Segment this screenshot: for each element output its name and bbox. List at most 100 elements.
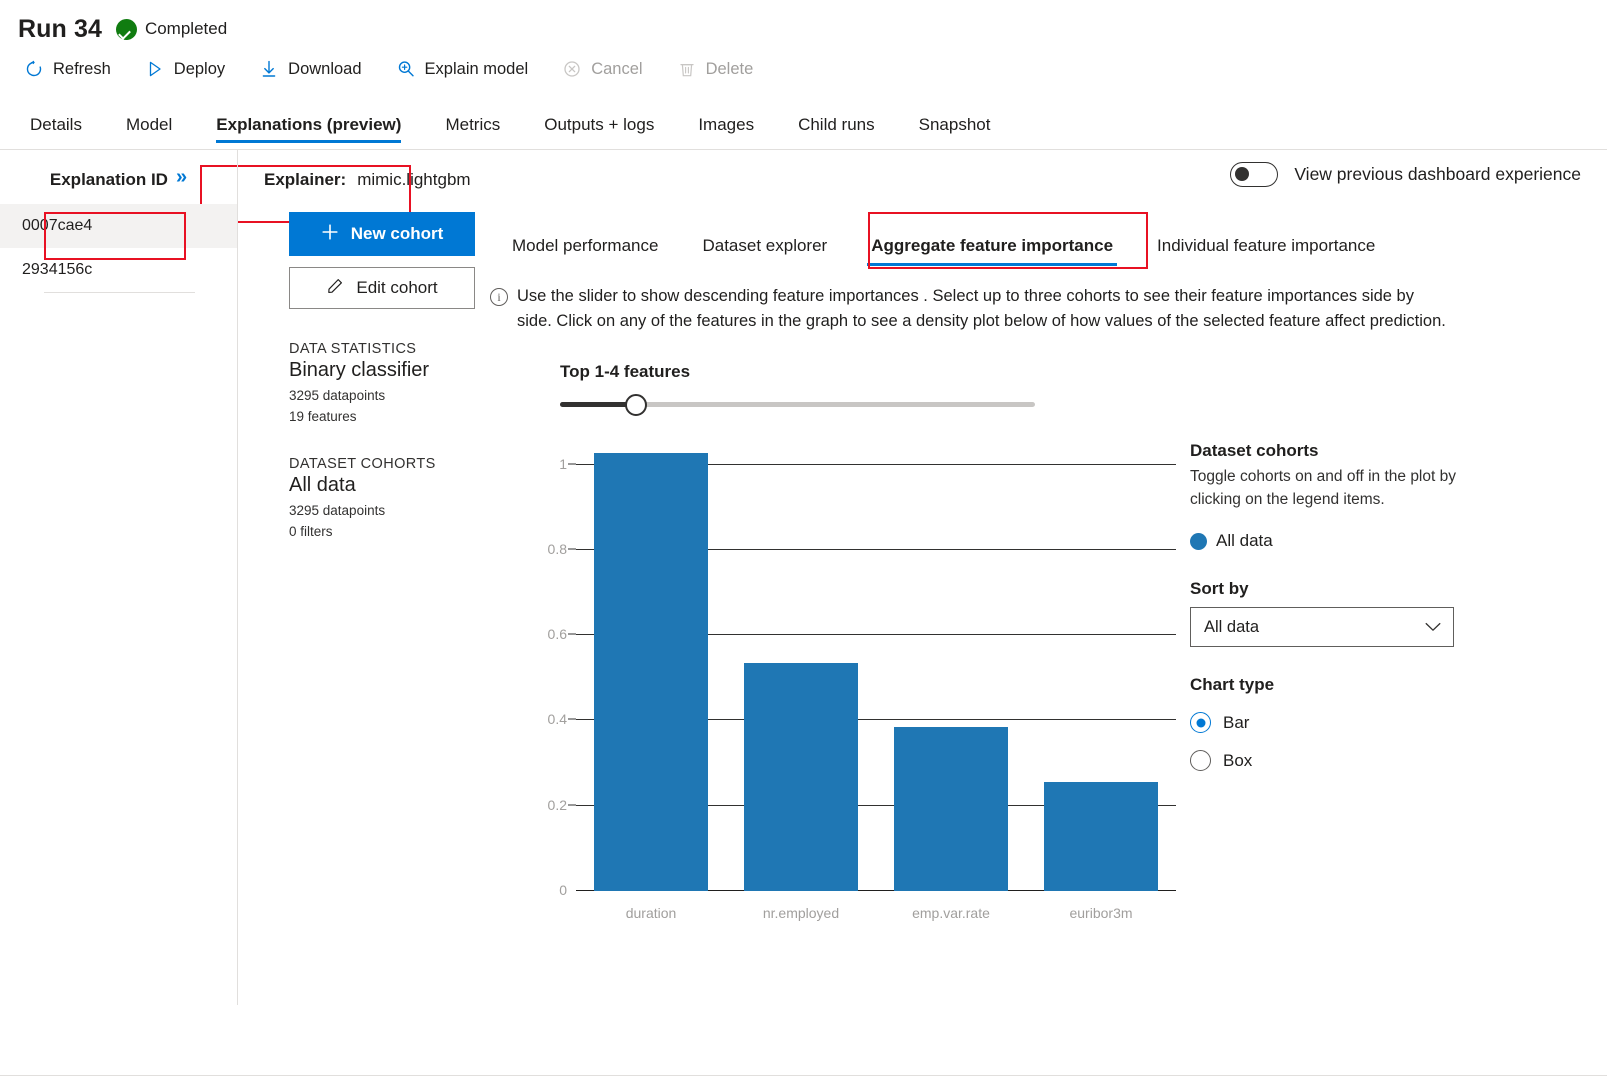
trash-icon (677, 59, 697, 79)
subtab-individual-feature-importance[interactable]: Individual feature importance (1135, 236, 1397, 268)
tab-details[interactable]: Details (22, 115, 104, 149)
tick-mark (568, 804, 576, 805)
plus-icon (321, 223, 339, 246)
tab-images-label: Images (698, 115, 754, 134)
main-tab-bar: Details Model Explanations (preview) Met… (0, 92, 1607, 150)
top-features-slider-label: Top 1-4 features (560, 362, 1607, 382)
chevron-down-icon (1425, 620, 1441, 635)
bar-slot (726, 443, 876, 891)
status-text: Completed (145, 19, 227, 39)
chart-type-option-bar[interactable]: Bar (1190, 712, 1490, 733)
bar-euribor3m[interactable] (1044, 782, 1158, 891)
explainer-label: Explainer: (264, 170, 346, 190)
refresh-button[interactable]: Refresh (20, 55, 127, 83)
explanation-id-title: Explanation ID (50, 170, 168, 190)
tab-child-runs[interactable]: Child runs (776, 115, 897, 149)
bar-duration[interactable] (594, 453, 708, 891)
explanation-id-item-selected[interactable]: 0007cae4 (0, 204, 237, 248)
explanation-id-item[interactable]: 2934156c (0, 248, 237, 292)
explanation-id-label: 2934156c (22, 261, 92, 278)
previous-dashboard-toggle-label: View previous dashboard experience (1294, 164, 1581, 185)
chart-type-box-label: Box (1223, 751, 1252, 771)
explain-model-label: Explain model (425, 60, 529, 79)
bar-slot (876, 443, 1026, 891)
dashboard-main: New cohort Edit cohort DATA STATISTICS B… (264, 204, 1607, 929)
radio-box[interactable] (1190, 750, 1211, 771)
cancel-button: Cancel (558, 55, 658, 83)
deploy-button[interactable]: Deploy (141, 55, 241, 83)
x-tick-label-duration: duration (576, 905, 726, 921)
bar-slot (576, 443, 726, 891)
download-button[interactable]: Download (255, 55, 377, 83)
refresh-label: Refresh (53, 60, 111, 79)
tab-snapshot-label: Snapshot (919, 115, 991, 134)
explanation-panel-column: Model performance Dataset explorer Aggre… (476, 212, 1607, 929)
explanation-id-label: 0007cae4 (22, 217, 92, 234)
previous-dashboard-toggle[interactable] (1230, 162, 1278, 187)
new-cohort-button[interactable]: New cohort (289, 212, 475, 256)
x-axis-labels: duration nr.employed emp.var.rate euribo… (576, 905, 1176, 921)
run-header: Run 34 Completed (0, 0, 1607, 46)
page-title: Run 34 (18, 15, 102, 44)
chevron-double-right-icon[interactable]: » (176, 170, 187, 184)
pencil-icon (326, 277, 344, 300)
data-statistics-title: Binary classifier (289, 359, 476, 382)
data-statistics-datapoints: 3295 datapoints (289, 388, 476, 403)
divider (44, 292, 195, 293)
tab-model[interactable]: Model (104, 115, 194, 149)
y-tick-label: 0.2 (548, 797, 567, 813)
top-features-slider[interactable] (560, 402, 1035, 407)
slider-thumb[interactable] (625, 394, 647, 416)
subtab-dataset-explorer[interactable]: Dataset explorer (680, 236, 849, 268)
zoom-in-icon (396, 59, 416, 79)
download-icon (259, 59, 279, 79)
dataset-cohorts-block: DATASET COHORTS All data 3295 datapoints… (289, 456, 476, 539)
subtab-individual-feature-importance-label: Individual feature importance (1157, 236, 1375, 255)
data-statistics-block: DATA STATISTICS Binary classifier 3295 d… (289, 341, 476, 424)
legend-item-label: All data (1216, 531, 1273, 551)
delete-label: Delete (706, 60, 754, 79)
subtab-model-performance[interactable]: Model performance (490, 236, 680, 268)
tab-snapshot[interactable]: Snapshot (897, 115, 1013, 149)
explain-model-button[interactable]: Explain model (392, 55, 545, 83)
dataset-cohorts-datapoints: 3295 datapoints (289, 503, 476, 518)
y-tick-label: 0.4 (548, 711, 567, 727)
tab-explanations-preview[interactable]: Explanations (preview) (194, 115, 423, 149)
chart-type-option-box[interactable]: Box (1190, 750, 1490, 771)
y-tick-label: 0.8 (548, 541, 567, 557)
edit-cohort-button[interactable]: Edit cohort (289, 267, 475, 309)
tab-child-runs-label: Child runs (798, 115, 875, 134)
tab-metrics[interactable]: Metrics (423, 115, 522, 149)
play-icon (145, 59, 165, 79)
explainer-value: mimic.lightgbm (357, 170, 470, 190)
tick-mark (568, 548, 576, 549)
dataset-cohorts-title: All data (289, 474, 476, 497)
y-tick-label: 0.6 (548, 626, 567, 642)
tab-metrics-label: Metrics (445, 115, 500, 134)
sort-by-select[interactable]: All data (1190, 607, 1454, 647)
radio-bar[interactable] (1190, 712, 1211, 733)
bar-nr-employed[interactable] (744, 663, 858, 891)
y-tick-label: 0 (559, 882, 567, 898)
chart-type-bar-label: Bar (1223, 713, 1249, 733)
subtab-aggregate-feature-importance[interactable]: Aggregate feature importance (849, 236, 1135, 268)
download-label: Download (288, 60, 361, 79)
subtab-model-performance-label: Model performance (512, 236, 658, 255)
bar-slot (1026, 443, 1176, 891)
bar-emp-var-rate[interactable] (894, 727, 1008, 891)
new-cohort-label: New cohort (351, 224, 444, 244)
tab-outputs-logs[interactable]: Outputs + logs (522, 115, 676, 149)
info-icon (490, 288, 508, 306)
legend-color-dot (1190, 533, 1207, 550)
chart-area: Aggregate feature importance 1 0.8 (490, 429, 1607, 929)
explanation-id-panel: Explanation ID » 0007cae4 2934156c (0, 150, 238, 1005)
sort-by-heading: Sort by (1190, 579, 1490, 599)
dataset-cohorts-filters: 0 filters (289, 524, 476, 539)
tab-images[interactable]: Images (676, 115, 776, 149)
chart-plot-area: 1 0.8 0.6 (576, 443, 1176, 891)
toggle-knob (1235, 167, 1249, 181)
chart-type-heading: Chart type (1190, 675, 1490, 695)
sort-by-value: All data (1204, 618, 1259, 637)
status-badge: Completed (116, 19, 227, 40)
legend-item-all-data[interactable]: All data (1190, 531, 1490, 551)
